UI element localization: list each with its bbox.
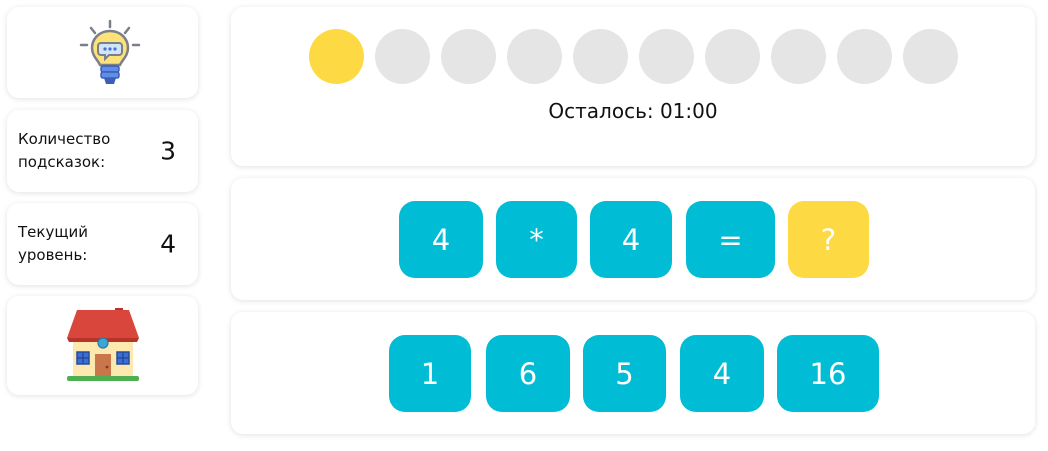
progress-dot-pending — [903, 29, 958, 84]
progress-dot-completed — [309, 29, 364, 84]
equation-token: 4 — [590, 201, 672, 278]
equation-unknown: ? — [788, 201, 869, 278]
equation-token: = — [686, 201, 775, 278]
hints-count-label: Количество подсказок: — [18, 130, 111, 171]
answer-option-button[interactable]: 16 — [777, 335, 879, 412]
equation-token: 4 — [399, 201, 483, 278]
progress-dot-pending — [771, 29, 826, 84]
progress-dot-pending — [573, 29, 628, 84]
progress-panel: Осталось: 01:00 — [231, 7, 1035, 166]
hint-button[interactable] — [7, 7, 198, 98]
hints-count-value: 3 — [160, 136, 176, 166]
current-level-card: Текущий уровень: 4 — [7, 203, 198, 285]
answer-option-button[interactable]: 1 — [389, 335, 471, 412]
equation-token: * — [496, 201, 577, 278]
home-button[interactable] — [7, 296, 198, 395]
house-icon — [67, 308, 139, 381]
lightbulb-icon — [79, 19, 141, 84]
progress-dot-pending — [639, 29, 694, 84]
timer-text: Осталось: 01:00 — [548, 99, 718, 123]
answer-option-button[interactable]: 4 — [680, 335, 764, 412]
progress-dot-pending — [837, 29, 892, 84]
current-level-label: Текущий уровень: — [18, 223, 88, 264]
hints-count-card: Количество подсказок: 3 — [7, 110, 198, 192]
progress-dot-pending — [375, 29, 430, 84]
progress-dot-pending — [441, 29, 496, 84]
answers-panel: 1 6 5 4 16 — [231, 312, 1035, 434]
progress-dot-pending — [507, 29, 562, 84]
equation-panel: 4 * 4 = ? — [231, 178, 1035, 300]
current-level-value: 4 — [160, 229, 176, 259]
answer-option-button[interactable]: 5 — [583, 335, 666, 412]
answer-option-button[interactable]: 6 — [486, 335, 570, 412]
progress-dot-pending — [705, 29, 760, 84]
